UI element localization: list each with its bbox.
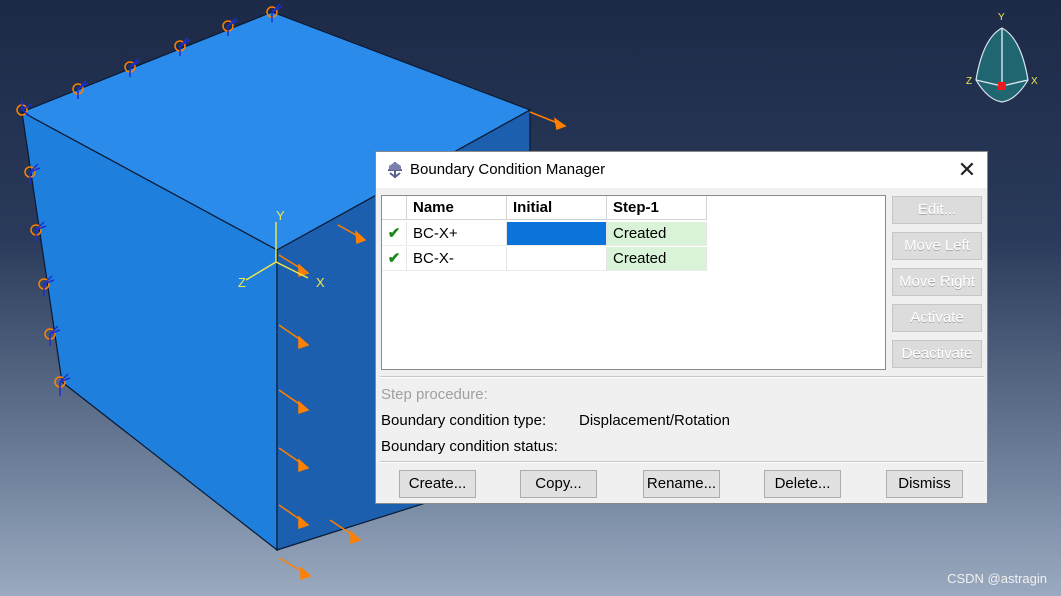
move-left-button[interactable]: Move Left bbox=[892, 232, 982, 260]
triad-y-label: Y bbox=[998, 12, 1005, 23]
watermark: CSDN @astragin bbox=[947, 571, 1047, 586]
edit-button[interactable]: Edit... bbox=[892, 196, 982, 224]
view-triad-icon[interactable] bbox=[975, 27, 1029, 103]
row-active-checkmark-icon[interactable]: ✔ bbox=[382, 222, 407, 246]
table-corner bbox=[382, 196, 407, 220]
column-header-initial[interactable]: Initial bbox=[507, 196, 607, 220]
dialog-title: Boundary Condition Manager bbox=[410, 161, 606, 178]
row-name-cell[interactable]: BC-X- bbox=[407, 247, 507, 271]
close-button[interactable]: ✕ bbox=[953, 156, 981, 184]
bc-manager-icon bbox=[388, 162, 402, 179]
row-step1-cell[interactable]: Created bbox=[607, 222, 707, 246]
column-header-step1[interactable]: Step-1 bbox=[607, 196, 707, 220]
row-active-checkmark-icon[interactable]: ✔ bbox=[382, 247, 407, 271]
dialog-titlebar[interactable]: Boundary Condition Manager ✕ bbox=[376, 152, 987, 188]
column-header-name[interactable]: Name bbox=[407, 196, 507, 220]
copy-button[interactable]: Copy... bbox=[520, 470, 597, 498]
bc-type-value: Displacement/Rotation bbox=[579, 412, 730, 429]
bc-status-label: Boundary condition status: bbox=[381, 438, 558, 455]
row-initial-cell[interactable] bbox=[507, 222, 607, 246]
row-name-cell[interactable]: BC-X+ bbox=[407, 222, 507, 246]
row-step1-cell[interactable]: Created bbox=[607, 247, 707, 271]
boundary-condition-manager-dialog: Boundary Condition Manager ✕ Name Initia… bbox=[375, 151, 988, 504]
local-axis-z-label: Z bbox=[238, 275, 246, 290]
row-initial-cell[interactable] bbox=[507, 247, 607, 271]
move-right-button[interactable]: Move Right bbox=[892, 268, 982, 296]
local-axis-y-label: Y bbox=[276, 208, 285, 223]
deactivate-button[interactable]: Deactivate bbox=[892, 340, 982, 368]
activate-button[interactable]: Activate bbox=[892, 304, 982, 332]
triad-x-label: X bbox=[1031, 76, 1038, 87]
dismiss-button[interactable]: Dismiss bbox=[886, 470, 963, 498]
create-button[interactable]: Create... bbox=[399, 470, 476, 498]
bc-table[interactable]: Name Initial Step-1 ✔ BC-X+ Created ✔ BC… bbox=[381, 195, 886, 370]
bc-type-label: Boundary condition type: bbox=[381, 412, 547, 429]
divider bbox=[380, 461, 984, 463]
triad-z-label: Z bbox=[966, 76, 972, 87]
rename-button[interactable]: Rename... bbox=[643, 470, 720, 498]
local-axis-x-label: X bbox=[316, 275, 325, 290]
divider bbox=[380, 376, 984, 378]
delete-button[interactable]: Delete... bbox=[764, 470, 841, 498]
step-procedure-label: Step procedure: bbox=[381, 386, 488, 403]
